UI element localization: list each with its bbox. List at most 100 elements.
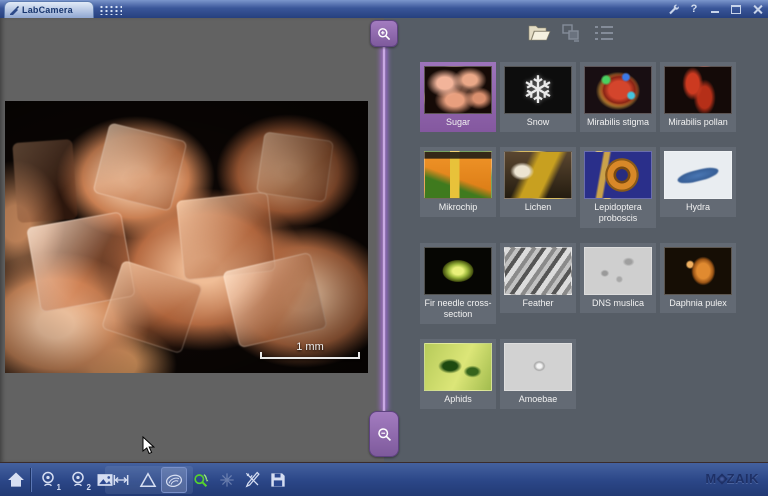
magnifier-plus-icon: [376, 26, 392, 42]
thumbnail-hydra: [664, 151, 732, 199]
mozaik-logo-zaik: ZAIK: [727, 471, 759, 486]
compare-fan-icon: [217, 470, 237, 490]
close-glyph: [753, 5, 762, 14]
gallery-item-label: Fir needle cross-section: [424, 298, 492, 320]
module-grid-handle-icon[interactable]: [98, 4, 122, 15]
webcam-1-button[interactable]: 1: [35, 467, 61, 493]
minimize-glyph: [711, 11, 719, 13]
angle-triangle-icon: [138, 470, 158, 490]
area-shell-icon: [164, 470, 184, 490]
measure-angle-button[interactable]: [135, 467, 161, 493]
gallery-item-aphids[interactable]: Aphids: [420, 339, 496, 409]
gallery-item-daphnia-pulex[interactable]: Daphnia pulex: [660, 243, 736, 313]
mozaik-logo: M ZAIK: [705, 471, 759, 486]
photo-vignette: [5, 101, 368, 373]
webcam-1-number: 1: [57, 484, 61, 492]
thumbnail-lichen: [504, 151, 572, 199]
gallery-item-dns-muslica[interactable]: DNS muslica: [580, 243, 656, 313]
thumbnail-snow: [504, 66, 572, 114]
gallery-item-label: Feather: [504, 298, 572, 309]
draw-annotate-button[interactable]: [240, 467, 266, 493]
zoom-slider-track[interactable]: [382, 47, 386, 411]
window-controls: ?: [666, 0, 764, 18]
thumbnail-lepidoptera-proboscis: [584, 151, 652, 199]
thumbnail-mikrochip: [424, 151, 492, 199]
gallery-item-label: Lichen: [504, 202, 572, 213]
thumbnail-daphnia-pulex: [664, 247, 732, 295]
list-view-icon[interactable]: [592, 22, 616, 49]
zoom-out-button[interactable]: [369, 411, 399, 457]
maximize-glyph: [731, 5, 741, 14]
compare-button: [214, 467, 240, 493]
labcamera-window: LabCamera ? 1 mm: [0, 0, 768, 496]
thumbnail-mirabilis-stigma: [584, 66, 652, 114]
thumbnail-feather: [504, 247, 572, 295]
gallery-item-lichen[interactable]: Lichen: [500, 147, 576, 217]
gallery-item-mirabilis-pollan[interactable]: Mirabilis pollan: [660, 62, 736, 132]
gallery-item-label: Lepidoptera proboscis: [584, 202, 652, 224]
zoom-in-button[interactable]: [370, 20, 398, 47]
thumbnail-mirabilis-pollan: [664, 66, 732, 114]
viewer-pane: 1 mm: [0, 18, 384, 462]
app-tab[interactable]: LabCamera: [4, 1, 94, 18]
settings-wrench-icon[interactable]: [666, 2, 680, 16]
gallery-item-sugar[interactable]: Sugar: [420, 62, 496, 132]
thumbnail-fir-needle: [424, 247, 492, 295]
gallery-item-label: Hydra: [664, 202, 732, 213]
gallery-item-snow[interactable]: Snow: [500, 62, 576, 132]
gallery-item-label: Sugar: [424, 117, 492, 128]
webcam-2-number: 2: [87, 484, 91, 492]
measure-distance-button[interactable]: [108, 467, 134, 493]
gallery-item-lepidoptera-proboscis[interactable]: Lepidoptera proboscis: [580, 147, 656, 228]
gallery-item-label: Snow: [504, 117, 572, 128]
magnifier-minus-icon: [376, 426, 393, 443]
save-button[interactable]: [265, 467, 291, 493]
thumbnail-aphids: [424, 343, 492, 391]
bottom-toolbar: 1 2: [0, 462, 768, 496]
webcam-1-icon: [38, 470, 58, 490]
gallery-header: [384, 18, 768, 48]
open-folder-icon[interactable]: [526, 22, 552, 49]
close-icon[interactable]: [750, 2, 764, 16]
help-icon[interactable]: ?: [687, 2, 701, 16]
thumbnail-sugar: [424, 66, 492, 114]
gallery-item-hydra[interactable]: Hydra: [660, 147, 736, 217]
microscope-view[interactable]: 1 mm: [5, 101, 368, 373]
home-icon: [6, 470, 26, 490]
maximize-icon[interactable]: [729, 2, 743, 16]
gallery-item-label: Mikrochip: [424, 202, 492, 213]
webcam-2-icon: [68, 470, 88, 490]
gallery-item-label: Mirabilis pollan: [664, 117, 732, 128]
labcamera-logo-icon: [9, 5, 19, 15]
gallery-item-mikrochip[interactable]: Mikrochip: [420, 147, 496, 217]
pencil-ruler-icon: [243, 470, 263, 490]
gallery-item-label: Daphnia pulex: [664, 298, 732, 309]
titlebar: LabCamera ?: [0, 0, 768, 19]
minimize-icon[interactable]: [708, 2, 722, 16]
scale-bar: 1 mm: [260, 341, 360, 359]
app-title: LabCamera: [22, 5, 73, 15]
gallery-item-amoebae[interactable]: Amoebae: [500, 339, 576, 409]
gallery-item-mirabilis-stigma[interactable]: Mirabilis stigma: [580, 62, 656, 132]
scale-bar-label: 1 mm: [260, 341, 360, 353]
distance-icon: [111, 470, 131, 490]
gallery-item-label: Aphids: [424, 394, 492, 405]
mozaik-diamond-icon: [716, 473, 727, 484]
tracking-icon: [191, 470, 211, 490]
gallery-item-fir-needle[interactable]: Fir needle cross-section: [420, 243, 496, 324]
thumbnail-amoebae: [504, 343, 572, 391]
scale-bar-line: [260, 357, 360, 359]
gallery-pane: Sugar Snow Mirabilis stigma Mirabilis po…: [384, 18, 768, 462]
home-button[interactable]: [3, 467, 29, 493]
thumbnails-view-icon[interactable]: [560, 22, 582, 49]
mouse-cursor: [142, 436, 155, 455]
motion-tracking-button[interactable]: [188, 467, 214, 493]
gallery-item-label: Amoebae: [504, 394, 572, 405]
save-floppy-icon: [268, 470, 288, 490]
toolbar-separator: [30, 468, 31, 492]
webcam-2-button[interactable]: 2: [65, 467, 91, 493]
gallery-item-label: DNS muslica: [584, 298, 652, 309]
gallery-item-feather[interactable]: Feather: [500, 243, 576, 313]
measure-area-button[interactable]: [161, 467, 187, 493]
sample-gallery: Sugar Snow Mirabilis stigma Mirabilis po…: [420, 62, 736, 409]
